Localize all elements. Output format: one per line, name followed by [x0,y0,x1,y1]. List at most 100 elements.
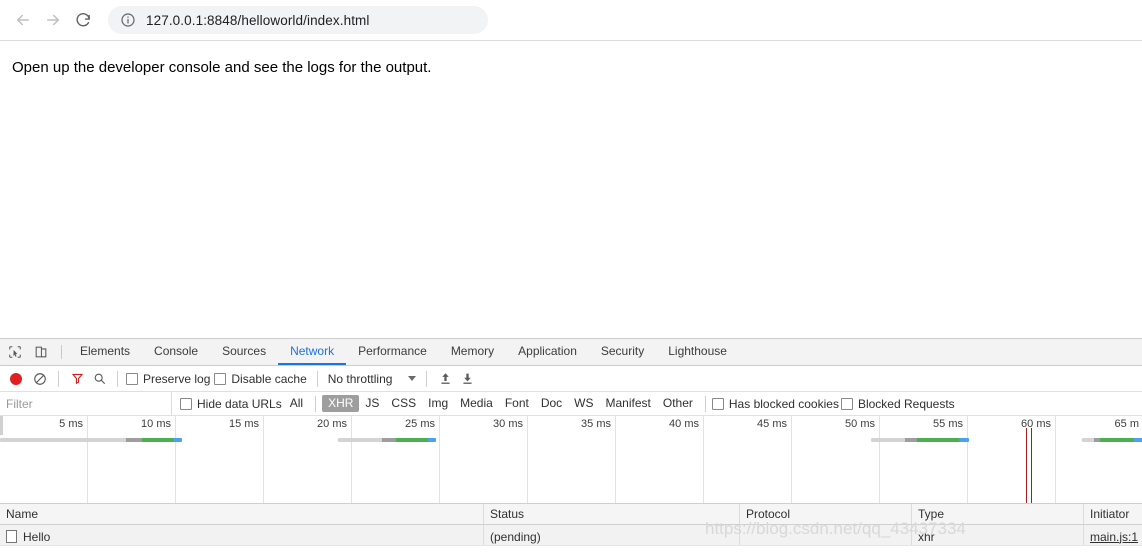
network-request-table: Name Status Protocol Type Initiator Hell… [0,504,1142,553]
timeline-tick: 65 m [0,416,1142,503]
filter-type-img[interactable]: Img [422,395,454,412]
network-filter-bar: Hide data URLs All XHR JS CSS Img Media … [0,392,1142,416]
filter-options: Hide data URLs All XHR JS CSS Img Media … [172,395,957,412]
checkbox-box [214,372,227,385]
devtools-panel: Elements Console Sources Network Perform… [0,338,1142,553]
controls-divider-4 [426,370,428,387]
waterfall-segment [1134,438,1142,442]
tab-console[interactable]: Console [142,339,210,365]
waterfall-bar [0,438,182,442]
reload-button[interactable] [68,5,98,35]
cell-type: xhr [912,525,1084,545]
column-header-protocol[interactable]: Protocol [740,504,912,524]
filter-type-font[interactable]: Font [499,395,535,412]
table-row[interactable]: Hello (pending) xhr main.js:1 [0,525,1142,546]
hide-data-urls-checkbox[interactable]: Hide data URLs [180,397,282,411]
inspect-element-icon[interactable] [5,342,25,362]
network-overview-timeline[interactable]: 5 ms 10 ms 15 ms 20 ms 25 ms 30 ms 35 ms 40 ms 4… [0,416,1142,504]
tab-lighthouse[interactable]: Lighthouse [656,339,739,365]
waterfall-segment [959,438,969,442]
cell-name[interactable]: Hello [0,525,484,545]
filter-type-doc[interactable]: Doc [535,395,568,412]
filter-type-css[interactable]: CSS [385,395,422,412]
blocked-requests-checkbox[interactable]: Blocked Requests [840,396,955,411]
waterfall-bar [338,438,436,442]
tab-security[interactable]: Security [589,339,656,365]
filter-divider [315,395,317,412]
waterfall-segment [1082,438,1094,442]
tab-elements[interactable]: Elements [68,339,142,365]
controls-divider-2 [117,370,118,387]
table-header-row: Name Status Protocol Type Initiator [0,504,1142,525]
initiator-link[interactable]: main.js:1 [1090,530,1138,544]
forward-button[interactable] [38,5,68,35]
column-header-initiator[interactable]: Initiator [1084,504,1142,524]
tab-network[interactable]: Network [278,339,347,365]
waterfall-segment [338,438,382,442]
tab-sources[interactable]: Sources [210,339,278,365]
disable-cache-checkbox[interactable]: Disable cache [214,372,307,386]
page-body-text: Open up the developer console and see th… [12,59,432,76]
request-name: Hello [23,529,51,544]
timeline-event-line [1031,428,1032,503]
clear-icon[interactable] [30,369,50,389]
filter-type-manifest[interactable]: Manifest [600,395,657,412]
has-blocked-cookies-checkbox[interactable]: Has blocked cookies [711,396,839,411]
waterfall-bar [1082,438,1142,442]
checkbox-box [126,372,138,385]
waterfall-segment [382,438,396,442]
page-viewport: Open up the developer console and see th… [0,41,1142,338]
waterfall-segment [905,438,917,442]
export-har-icon[interactable] [457,369,477,389]
blocked-requests-label: Blocked Requests [857,396,955,411]
back-button[interactable] [8,5,38,35]
browser-toolbar: 127.0.0.1:8848/helloworld/index.html [0,0,1142,41]
hide-data-urls-label: Hide data URLs [197,396,282,411]
arrow-left-icon [17,14,29,26]
filter-type-all[interactable]: All [284,395,309,412]
waterfall-segment [126,438,142,442]
timeline-event-line [1026,428,1027,503]
waterfall-segment [917,438,959,442]
column-header-status[interactable]: Status [484,504,740,524]
arrow-right-icon [47,14,59,26]
checkbox-box [711,397,724,410]
tab-performance[interactable]: Performance [346,339,439,365]
record-button-icon[interactable] [10,372,22,385]
throttling-dropdown[interactable]: No throttling [326,372,419,386]
network-controls: Preserve log Disable cache No throttling [0,366,1142,392]
info-circle-icon[interactable] [120,12,136,28]
waterfall-segment [142,438,174,442]
filter-type-js[interactable]: JS [359,395,385,412]
cell-protocol [740,525,912,545]
waterfall-segment [871,438,905,442]
filter-type-other[interactable]: Other [657,395,699,412]
filter-input[interactable] [0,392,172,415]
filter-type-xhr[interactable]: XHR [322,395,360,412]
import-har-icon[interactable] [435,369,455,389]
chevron-down-icon [408,376,417,381]
address-bar[interactable]: 127.0.0.1:8848/helloworld/index.html [108,6,488,34]
filter-funnel-icon[interactable] [67,369,87,389]
tab-memory[interactable]: Memory [439,339,506,365]
preserve-log-checkbox[interactable]: Preserve log [126,372,210,386]
waterfall-segment [396,438,428,442]
waterfall-segment [174,438,182,442]
search-icon[interactable] [89,369,109,389]
filter-type-ws[interactable]: WS [568,395,599,412]
cell-initiator[interactable]: main.js:1 [1084,525,1142,545]
devtools-tabbar: Elements Console Sources Network Perform… [0,339,1142,366]
devtools-tabs: Elements Console Sources Network Perform… [68,339,739,365]
checkbox-box [180,397,192,410]
preserve-log-label: Preserve log [143,371,211,386]
device-toolbar-icon[interactable] [31,342,51,362]
throttling-label: No throttling [327,371,393,386]
tabbar-divider [61,345,62,359]
filter-type-media[interactable]: Media [454,395,499,412]
tab-application[interactable]: Application [506,339,589,365]
controls-divider-3 [316,370,318,387]
column-header-name[interactable]: Name [0,504,484,524]
controls-divider-1 [58,370,59,387]
column-header-type[interactable]: Type [912,504,1084,524]
has-blocked-cookies-label: Has blocked cookies [728,396,839,411]
